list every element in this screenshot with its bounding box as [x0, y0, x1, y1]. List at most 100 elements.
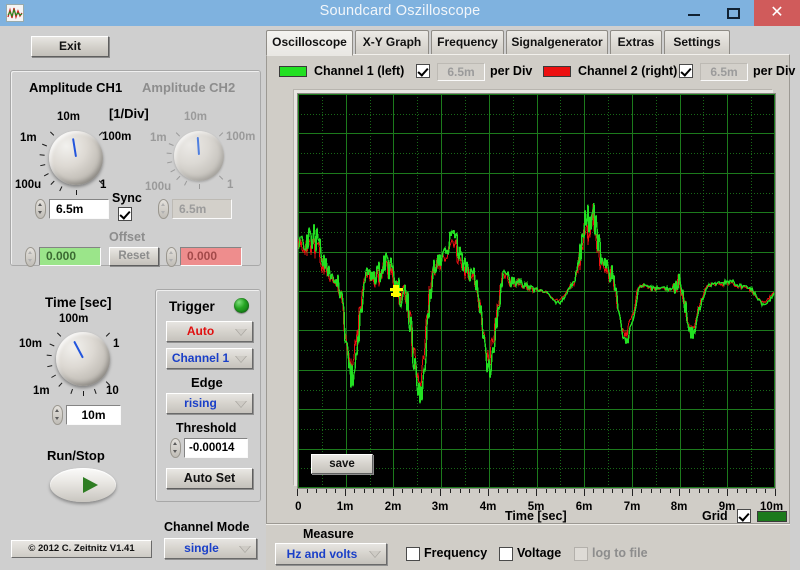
runstop-button[interactable] [50, 468, 116, 502]
ch1-tick-100u: 100u [15, 179, 42, 191]
channel2-perdiv-field[interactable]: 6.5m [700, 63, 748, 81]
measure-mode-value: Hz and volts [286, 547, 358, 561]
ch2-tick-1: 1 [227, 179, 234, 191]
trigger-mode-dropdown[interactable]: Auto [166, 321, 253, 342]
tab-extras[interactable]: Extras [610, 30, 662, 55]
trigger-edge-value: rising [184, 396, 217, 410]
time-knob[interactable] [56, 332, 110, 386]
x-tick-minor [574, 489, 575, 493]
channel1-color-swatch [279, 66, 307, 77]
ch1-amplitude-knob[interactable] [49, 131, 103, 185]
time-spinner[interactable] [52, 405, 63, 425]
x-tick-minor [517, 489, 518, 493]
amplitude-ch1-title: Amplitude CH1 [29, 80, 123, 95]
ch1-tick-100m: 100m [102, 131, 132, 143]
ch1-amplitude-field[interactable]: 6.5m [49, 199, 109, 219]
x-tick-minor [746, 489, 747, 493]
time-tick-1m: 1m [33, 385, 50, 397]
x-tick-major [393, 489, 394, 496]
channel2-enable-checkbox[interactable] [679, 64, 693, 78]
x-tick-minor [526, 489, 527, 493]
grid-color-swatch[interactable] [757, 511, 787, 522]
channel-mode-dropdown[interactable]: single [164, 538, 257, 559]
x-tick-minor [507, 489, 508, 493]
x-tick-minor [699, 489, 700, 493]
ch2-amplitude-spinner [158, 199, 169, 219]
grid-label: Grid [702, 509, 728, 523]
threshold-field[interactable]: -0.00014 [184, 438, 248, 458]
maximize-button[interactable] [716, 0, 750, 26]
tab-xy-graph[interactable]: X-Y Graph [355, 30, 429, 55]
chevron-down-icon [369, 551, 381, 558]
x-tick-minor [354, 489, 355, 493]
minimize-icon [688, 14, 701, 16]
waveform-svg [298, 94, 775, 488]
channel1-perdiv-field[interactable]: 6.5m [437, 63, 485, 81]
x-tick-major [345, 489, 346, 496]
grid-checkbox[interactable] [737, 509, 751, 523]
trigger-edge-dropdown[interactable]: rising [166, 393, 253, 414]
close-button[interactable]: ✕ [754, 0, 800, 26]
tab-strip: Oscilloscope X-Y Graph Frequency Signalg… [266, 30, 790, 56]
ch2-amplitude-knob[interactable] [174, 131, 224, 181]
x-tick-minor [593, 489, 594, 493]
oscilloscope-app: Soundcard Oszilloscope ✕ Exit Amplitude … [0, 0, 800, 570]
x-tick-minor [431, 489, 432, 493]
tab-oscilloscope[interactable]: Oscilloscope [266, 30, 353, 56]
exit-button[interactable]: Exit [31, 36, 109, 57]
x-tick-minor [450, 489, 451, 493]
voltage-checkbox[interactable] [499, 547, 513, 561]
x-tick-label: 7m [623, 501, 641, 513]
offset-ch1-field[interactable]: 0.000 [39, 247, 101, 266]
sync-checkbox[interactable] [118, 207, 132, 221]
x-tick-label: 2m [384, 501, 402, 513]
cursor-marker[interactable] [390, 285, 403, 297]
x-tick-minor [756, 489, 757, 493]
ch2-knob-pointer [196, 136, 200, 156]
tab-settings[interactable]: Settings [664, 30, 730, 55]
x-axis-title: Time [sec] [505, 509, 567, 523]
time-tick-10m: 10m [19, 338, 43, 350]
x-tick-label: 0 [295, 501, 302, 513]
x-tick-minor [402, 489, 403, 493]
threshold-spinner[interactable] [170, 438, 181, 458]
offset-reset-button[interactable]: Reset [109, 247, 159, 266]
tab-signalgenerator[interactable]: Signalgenerator [506, 30, 608, 55]
trigger-source-dropdown[interactable]: Channel 1 [166, 348, 253, 369]
ch1-tick-1m: 1m [20, 132, 37, 144]
minimize-button[interactable] [677, 0, 711, 26]
trigger-led [234, 298, 249, 313]
x-tick-minor [670, 489, 671, 493]
channel1-enable-checkbox[interactable] [416, 64, 430, 78]
measure-mode-dropdown[interactable]: Hz and volts [275, 543, 387, 565]
offset-ch2-spinner [166, 247, 177, 267]
runstop-label: Run/Stop [47, 448, 105, 463]
frequency-checkbox[interactable] [406, 547, 420, 561]
tab-frequency[interactable]: Frequency [431, 30, 504, 55]
x-tick-major [679, 489, 680, 496]
x-tick-minor [316, 489, 317, 493]
scope-plot-area[interactable] [297, 93, 776, 489]
x-tick-label: 1m [336, 501, 354, 513]
x-tick-major [297, 489, 298, 496]
x-tick-minor [412, 489, 413, 493]
close-icon: ✕ [770, 4, 784, 21]
time-tick-100m: 100m [59, 313, 89, 325]
x-tick-major [632, 489, 633, 496]
play-icon [83, 477, 98, 493]
save-button[interactable]: save [311, 454, 373, 474]
ch2-tick-1m: 1m [150, 132, 167, 144]
offset-label: Offset [109, 230, 146, 244]
x-tick-minor [479, 489, 480, 493]
x-tick-minor [326, 489, 327, 493]
time-value-field[interactable]: 10m [66, 405, 121, 425]
channel-mode-value: single [184, 541, 219, 555]
x-tick-major [727, 489, 728, 496]
auto-set-button[interactable]: Auto Set [166, 468, 253, 489]
x-tick-minor [651, 489, 652, 493]
offset-ch2-field[interactable]: 0.000 [180, 247, 242, 266]
x-tick-minor [718, 489, 719, 493]
window-titlebar: Soundcard Oszilloscope ✕ [0, 0, 800, 26]
amplitude-group: Amplitude CH1 Amplitude CH2 [1/Div] 1m 1… [10, 70, 261, 267]
ch1-amplitude-spinner[interactable] [35, 199, 46, 219]
